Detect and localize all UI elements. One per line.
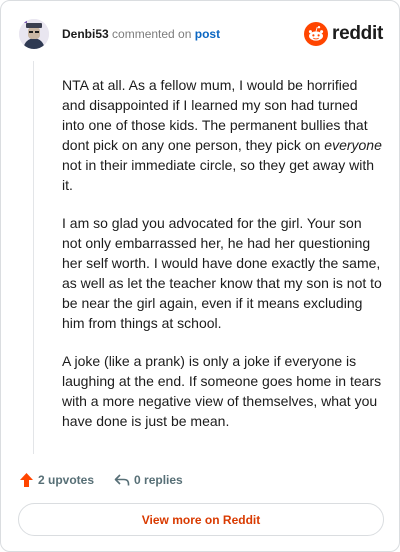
action-text: commented on	[112, 27, 192, 41]
comment-footer: 2 upvotes 0 replies	[19, 470, 183, 490]
emphasis-text: everyone	[324, 137, 382, 153]
reddit-logo[interactable]: reddit	[304, 22, 383, 46]
comment-embed-card: Denbi53 commented on post reddit NTA at …	[0, 0, 400, 552]
comment-body: NTA at all. As a fellow mum, I would be …	[62, 75, 382, 449]
upvote-count: 2 upvotes	[38, 473, 95, 487]
reply-count: 0 replies	[134, 473, 183, 487]
upvote-stat[interactable]: 2 upvotes	[19, 472, 94, 488]
header-text: Denbi53 commented on post	[62, 27, 220, 41]
reddit-wordmark: reddit	[332, 23, 383, 44]
thread-line	[33, 61, 34, 454]
reddit-snoo-icon	[304, 22, 329, 46]
comment-paragraph-3: A joke (like a prank) is only a joke if …	[62, 353, 382, 429]
upvote-arrow-icon	[20, 473, 33, 487]
avatar-image	[19, 19, 49, 49]
post-link[interactable]: post	[195, 27, 220, 41]
comment-header: Denbi53 commented on post reddit	[19, 17, 383, 51]
avatar[interactable]	[19, 19, 49, 49]
reply-stat[interactable]: 0 replies	[114, 473, 183, 487]
comment-paragraph-1: NTA at all. As a fellow mum, I would be …	[62, 75, 382, 195]
paragraph-1-end: not in their immediate circle, so they g…	[62, 157, 375, 193]
username[interactable]: Denbi53	[62, 27, 109, 41]
comment-paragraph-2: I am so glad you advocated for the girl.…	[62, 215, 382, 331]
view-more-button[interactable]: View more on Reddit	[18, 503, 384, 536]
reply-arrow-icon	[114, 474, 130, 486]
paragraph-1-text: NTA at all. As a fellow mum, I would be …	[62, 77, 368, 153]
